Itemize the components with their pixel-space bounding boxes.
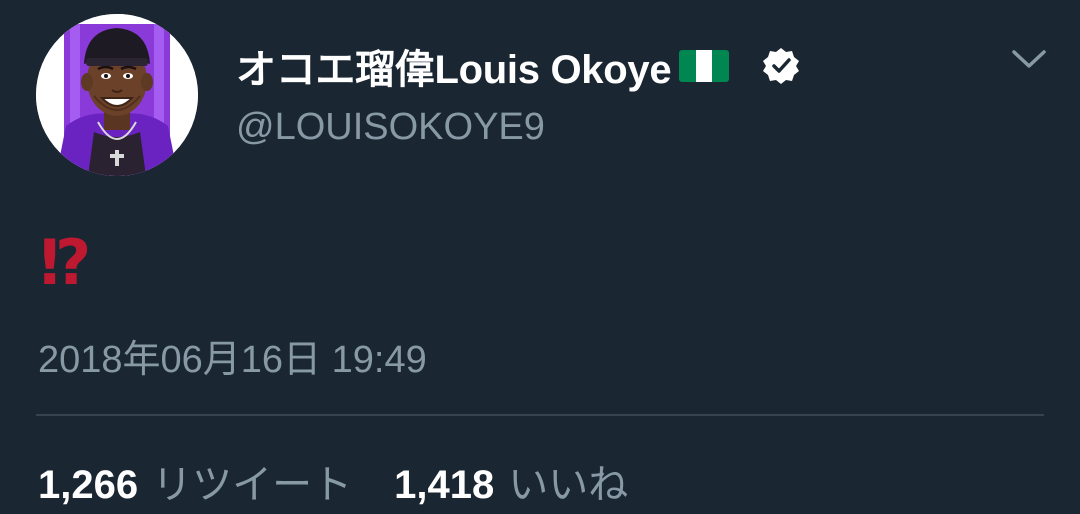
avatar-illustration	[36, 14, 198, 176]
retweet-stat[interactable]: 1,266 リツイート	[38, 452, 352, 510]
like-label: いいね	[508, 463, 629, 507]
divider	[36, 414, 1044, 416]
nigeria-flag-icon	[679, 50, 730, 82]
verified-badge-icon	[761, 46, 801, 86]
tweet-timestamp[interactable]: 2018年06月16日 19:49	[38, 328, 427, 383]
retweet-label: リツイート	[152, 463, 353, 507]
like-count: 1,418	[394, 463, 495, 507]
avatar[interactable]	[36, 14, 198, 176]
user-handle[interactable]: @LOUISOKOYE9	[236, 106, 545, 149]
tweet-text: ⁉	[40, 229, 91, 298]
display-name[interactable]: オコエ瑠偉Louis Okoye	[236, 37, 672, 95]
display-name-row[interactable]: オコエ瑠偉Louis Okoye	[236, 38, 801, 94]
chevron-down-icon[interactable]	[1010, 46, 1048, 72]
tweet-detail: オコエ瑠偉Louis Okoye @LOUISOKOYE9 ⁉ 2018年06月…	[0, 0, 1080, 514]
engagement-stats: 1,266 リツイート 1,418 いいね	[38, 452, 628, 510]
retweet-count: 1,266	[38, 463, 139, 507]
like-stat[interactable]: 1,418 いいね	[394, 452, 628, 510]
